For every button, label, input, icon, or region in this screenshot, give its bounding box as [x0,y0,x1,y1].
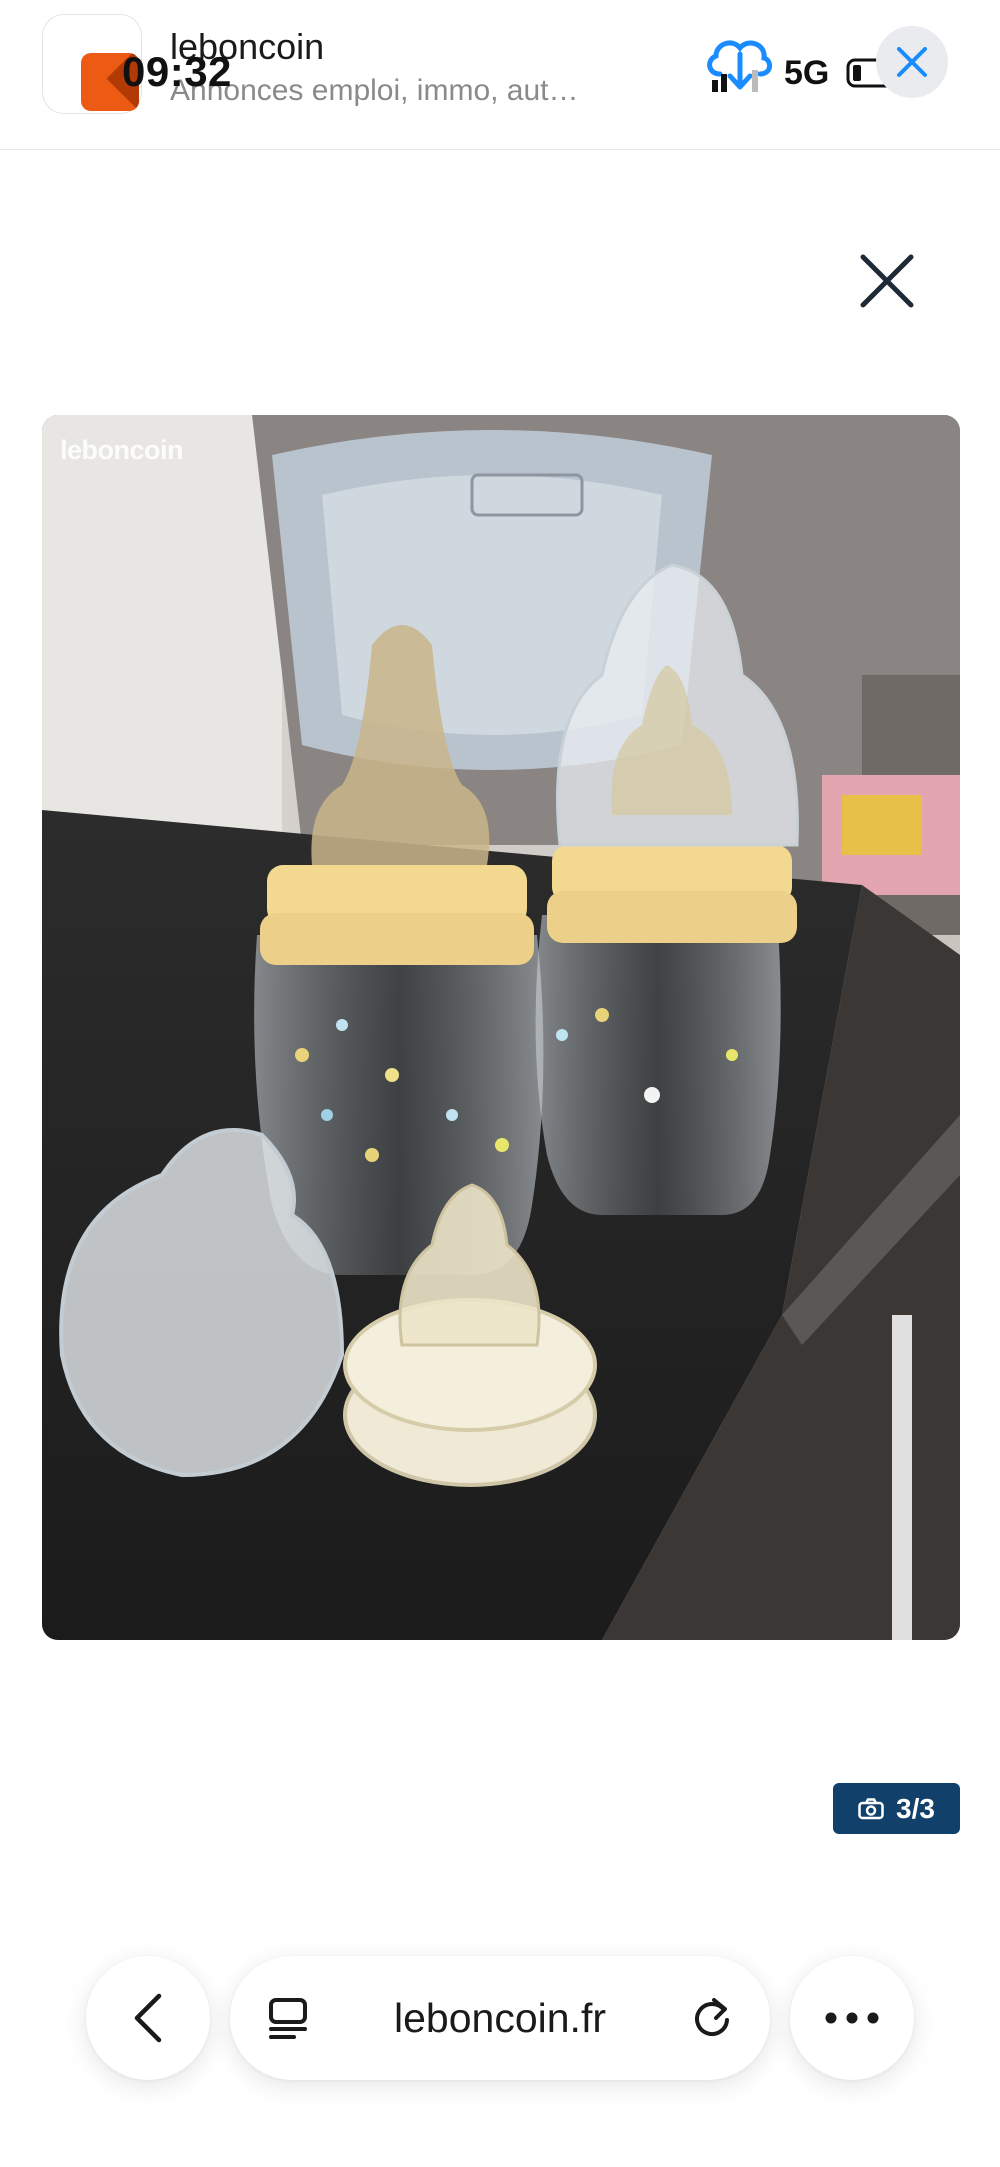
page: leboncoin Annonces emploi, immo, aut… 09… [0,0,1000,2167]
reload-icon[interactable] [690,1996,734,2040]
banner-close-button[interactable] [876,26,948,98]
url-text[interactable]: leboncoin.fr [394,1995,606,2042]
viewer-close-button[interactable] [852,246,922,316]
baby-bottles-image [42,415,960,1640]
chevron-left-icon [134,1993,162,2043]
image-counter-total: /3 [911,1792,935,1824]
cloud-download-icon [707,40,772,92]
listing-photo[interactable]: leboncoin [42,415,960,1640]
app-banner[interactable]: leboncoin Annonces emploi, immo, aut… 09… [0,0,1000,150]
photo-watermark: leboncoin [60,435,184,465]
tab-overview-icon[interactable] [266,1996,310,2040]
back-button[interactable] [86,1956,210,2080]
network-label: 5G [784,54,830,92]
browser-toolbar: leboncoin.fr [0,1940,1000,2167]
close-icon [860,254,914,308]
more-options-button[interactable] [790,1956,914,2080]
app-banner-subtitle: Annonces emploi, immo, aut… [170,74,579,107]
image-counter-current: 3 [896,1792,912,1824]
status-time: 09:32 [122,48,232,95]
image-counter-text: 3/3 [896,1793,935,1825]
address-bar[interactable]: leboncoin.fr [230,1956,770,2080]
camera-icon [858,1797,884,1819]
image-counter-badge: 3/3 [833,1783,960,1834]
close-icon [897,47,927,77]
more-dots-icon [825,2012,879,2024]
